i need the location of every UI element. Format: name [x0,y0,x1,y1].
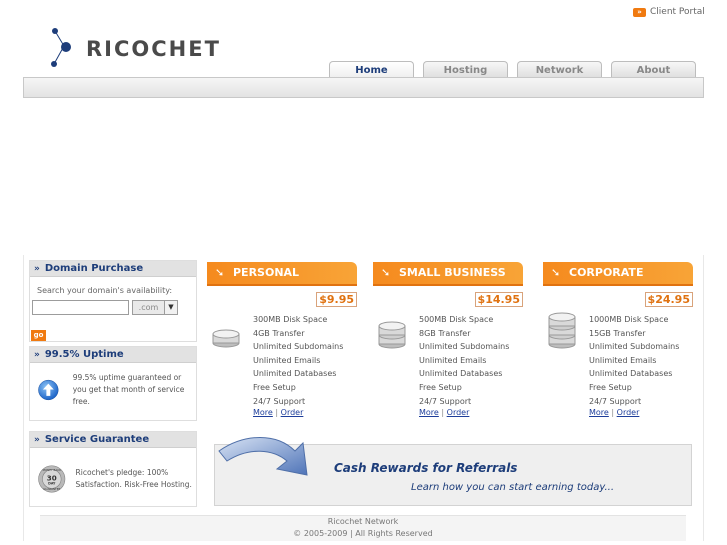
referral-promo-banner[interactable]: Cash Rewards for Referrals Learn how you… [214,437,692,506]
logo[interactable]: RICOCHET [50,26,221,72]
feature-item: Unlimited Databases [589,369,673,379]
down-right-arrow-icon: ➘ [381,266,391,279]
promo-title: Cash Rewards for Referrals [334,461,518,475]
footer: Ricochet Network © 2005-2009 | All Right… [40,515,686,541]
ricochet-logo-icon [51,28,71,67]
promo-subtitle[interactable]: Learn how you can start earning today... [411,482,614,493]
tab-about[interactable]: About [611,61,696,78]
feature-item: Unlimited Subdomains [589,342,680,352]
tab-home[interactable]: Home [329,61,414,78]
domain-purchase-heading: » Domain Purchase [30,261,196,277]
logo-text: RICOCHET [86,37,221,61]
more-link[interactable]: More [419,408,439,417]
domain-search-input[interactable] [32,300,129,315]
tab-hosting[interactable]: Hosting [423,61,508,78]
feature-item: 24/7 Support [419,396,472,406]
money-back-badge-icon: MONEY BACK 30 DAY GUARANTEE [38,465,66,493]
down-right-arrow-icon: ➘ [215,266,225,279]
up-arrow-icon [38,379,59,401]
feature-item: Unlimited Subdomains [419,342,510,352]
plan-heading: ➘ CORPORATE [543,262,693,286]
plan-corporate: ➘ CORPORATE $24.95 1000MB Disk Space 15GB… [543,262,693,417]
link-separator: | [275,408,279,417]
plan-price: $14.95 [474,292,523,307]
client-portal-link[interactable]: » Client Portal [633,7,705,17]
tld-select[interactable]: .com ▼ [132,300,178,315]
more-link[interactable]: More [589,408,609,417]
link-separator: | [441,408,445,417]
feature-item: 300MB Disk Space [253,315,328,324]
feature-item: Unlimited Emails [419,355,487,365]
tab-network[interactable]: Network [517,61,602,78]
plan-links: More | Order [419,408,469,417]
footer-copyright: © 2005-2009 | All Rights Reserved [293,529,433,538]
link-separator: | [611,408,615,417]
uptime-heading: » 99.5% Uptime [30,347,196,363]
feature-item: 24/7 Support [253,396,306,406]
down-right-arrow-icon: ➘ [551,266,561,279]
service-guarantee-box: » Service Guarantee MONEY BACK 30 DAY GUA… [29,431,197,507]
feature-item: Free Setup [419,382,462,392]
feature-item: 4GB Transfer [253,328,305,338]
badge-bottom-text: GUARANTEE [43,487,60,491]
server-stack-icon [378,321,406,349]
footer-network-name: Ricochet Network [327,517,399,526]
order-link[interactable]: Order [447,408,470,417]
uptime-box: » 99.5% Uptime 99.5% uptime guaranteed or… [29,346,197,421]
double-chevron-icon: » [633,7,646,17]
feature-item: Unlimited Emails [253,355,321,365]
feature-item: 1000MB Disk Space [589,315,669,324]
feature-item: Unlimited Databases [419,369,503,379]
plan-price: $24.95 [644,292,693,307]
guarantee-text: Ricochet's pledge: 100% Satisfaction. Ri… [75,468,192,489]
double-chevron-icon: » [34,435,40,445]
plan-price: $9.95 [316,292,357,307]
feature-item: Free Setup [589,382,632,392]
plan-heading: ➘ PERSONAL [207,262,357,286]
plan-small-business: ➘ SMALL BUSINESS $14.95 500MB Disk Space … [373,262,523,417]
feature-item: Unlimited Emails [589,355,657,365]
more-link[interactable]: More [253,408,273,417]
nav-bar [23,77,704,98]
plan-links: More | Order [589,408,639,417]
curved-arrow-icon [218,437,308,476]
feature-list: 1000MB Disk Space 15GB Transfer Unlimite… [589,313,679,408]
server-stack-icon [548,312,576,349]
feature-list: 300MB Disk Space 4GB Transfer Unlimited … [253,313,343,408]
plan-personal: ➘ PERSONAL $9.95 300MB Disk Space 4GB Tra… [207,262,357,417]
server-stack-icon [212,329,240,348]
service-guarantee-heading: » Service Guarantee [30,432,196,448]
uptime-text: 99.5% uptime guaranteed or you get that … [72,373,185,406]
feature-item: 24/7 Support [589,396,642,406]
double-chevron-icon: » [34,350,40,360]
badge-day-word: DAY [48,482,56,486]
plan-links: More | Order [253,408,303,417]
go-button[interactable]: go [31,330,46,341]
domain-search-label: Search your domain's availability: [37,286,173,295]
feature-item: 500MB Disk Space [419,315,494,324]
page: » Client Portal RICOCHET Home Hosting Ne… [0,0,727,545]
order-link[interactable]: Order [617,408,640,417]
client-portal-label: Client Portal [650,7,705,17]
main-nav: Home Hosting Network About [329,61,696,78]
feature-item: Free Setup [253,382,296,392]
order-link[interactable]: Order [281,408,304,417]
feature-item: Unlimited Subdomains [253,342,344,352]
feature-list: 500MB Disk Space 8GB Transfer Unlimited … [419,313,509,408]
domain-purchase-box: » Domain Purchase Search your domain's av… [29,260,197,342]
double-chevron-icon: » [34,264,40,274]
plan-heading: ➘ SMALL BUSINESS [373,262,523,286]
badge-top-text: MONEY BACK [43,468,62,472]
feature-item: 15GB Transfer [589,328,646,338]
tld-selected-value: .com [133,301,164,314]
dropdown-arrow-icon[interactable]: ▼ [164,301,177,314]
feature-item: Unlimited Databases [253,369,337,379]
feature-item: 8GB Transfer [419,328,471,338]
